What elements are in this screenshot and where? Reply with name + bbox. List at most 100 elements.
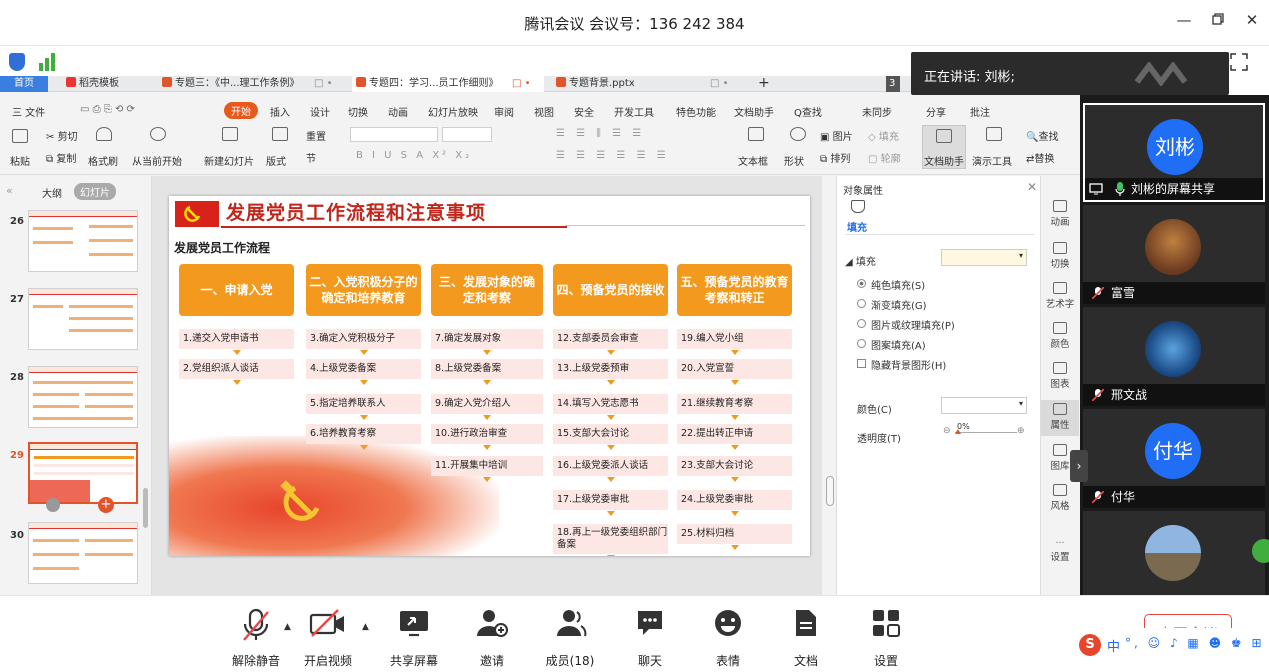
menu-doc-helper[interactable]: 文档助手	[734, 104, 774, 119]
menu-review[interactable]: 审阅	[494, 104, 514, 119]
menu-security[interactable]: 安全	[574, 104, 594, 119]
sidebar-style[interactable]: 风格	[1041, 484, 1079, 512]
color-select[interactable]: ▾	[941, 397, 1027, 414]
tab-background[interactable]: 专题背景.pptx □ •	[552, 76, 742, 92]
transparency-minus[interactable]: ⊖	[943, 426, 951, 436]
from-current-button[interactable]: 从当前开始	[132, 153, 182, 168]
slide-thumbnail-26[interactable]	[28, 210, 138, 272]
menu-comment[interactable]: 批注	[970, 104, 990, 119]
menu-view[interactable]: 视图	[534, 104, 554, 119]
tab-slides[interactable]: 幻灯片	[74, 183, 116, 200]
font-name-select[interactable]	[350, 127, 438, 142]
sidebar-animation[interactable]: 动画	[1041, 200, 1079, 228]
canvas-vertical-scrollbar[interactable]	[826, 476, 834, 506]
replace-button[interactable]: ⇄替换	[1026, 150, 1054, 165]
menu-features[interactable]: 特色功能	[676, 104, 716, 119]
new-tab-button[interactable]: +	[754, 76, 774, 92]
current-slide[interactable]: 发展党员工作流程和注意事项 发展党员工作流程 一、申请入党 二、入党积极分子的确…	[169, 196, 810, 556]
minimize-icon[interactable]: —	[1172, 11, 1196, 33]
participant-tile[interactable]: 富雪	[1083, 205, 1265, 304]
solid-fill-radio[interactable]	[857, 279, 866, 288]
menu-transition[interactable]: 切换	[348, 104, 368, 119]
shape-button[interactable]: 形状	[784, 153, 804, 168]
transparency-slider-thumb[interactable]	[955, 429, 961, 434]
sidebar-color[interactable]: 颜色	[1041, 322, 1079, 350]
copy-button[interactable]: ⧉ 复制	[46, 150, 76, 165]
chevron-right-icon[interactable]: ›	[1070, 450, 1088, 482]
fill-button[interactable]: ◇ 填充	[868, 128, 899, 143]
sidebar-properties[interactable]: 属性	[1041, 400, 1079, 436]
menu-design[interactable]: 设计	[310, 104, 330, 119]
collapse-panel-icon[interactable]: «	[6, 184, 13, 197]
align-buttons[interactable]: ☰ ☰ ☰ ☰ ☰ ☰	[556, 150, 670, 161]
present-tool-button[interactable]: 演示工具	[972, 153, 1012, 168]
slide-thumbnail-29[interactable]	[28, 442, 138, 504]
participant-tile[interactable]: 刘彬 刘彬的屏幕共享	[1083, 103, 1265, 202]
ime-tool-icons[interactable]: °, ☺ ♪ ▦ ☻ ♚ ⊞	[1125, 636, 1265, 650]
tab-outline[interactable]: 大纲	[42, 185, 62, 200]
avatar	[1145, 219, 1201, 275]
menu-animation[interactable]: 动画	[388, 104, 408, 119]
menu-insert[interactable]: 插入	[270, 104, 290, 119]
avatar: 刘彬	[1147, 119, 1203, 175]
font-style-buttons[interactable]: B I U S A X² X₂	[356, 150, 472, 161]
picture-fill-radio[interactable]	[857, 319, 866, 328]
transparency-plus[interactable]: ⊕	[1017, 426, 1025, 436]
menu-unsynced[interactable]: 未同步	[862, 104, 892, 119]
find-button[interactable]: 🔍查找	[1026, 128, 1058, 143]
video-options-caret[interactable]: ▲	[362, 622, 369, 632]
section-button[interactable]: 节	[306, 150, 316, 165]
menu-start[interactable]: 开始	[224, 102, 258, 119]
arrange-button[interactable]: ⧉ 排列	[820, 150, 850, 165]
menu-file[interactable]: 三 文件	[12, 104, 45, 119]
participant-tile[interactable]: 邢文战	[1083, 307, 1265, 406]
process-step: 24.上级党委审批	[677, 490, 792, 510]
play-slide-icon[interactable]	[46, 498, 60, 512]
cut-button[interactable]: ✂ 剪切	[46, 128, 78, 143]
thumbnail-scrollbar[interactable]	[143, 488, 148, 528]
tab-docer[interactable]: 稻壳模板	[62, 76, 152, 92]
paste-button[interactable]: 粘贴	[10, 153, 30, 168]
participant-tile[interactable]	[1083, 511, 1265, 595]
gradient-fill-radio[interactable]	[857, 299, 866, 308]
menu-slideshow[interactable]: 幻灯片放映	[428, 104, 478, 119]
hide-background-checkbox[interactable]	[857, 359, 866, 368]
doc-helper-button[interactable]: 文档助手	[924, 153, 964, 168]
outline-button[interactable]: ▢ 轮廓	[868, 150, 901, 165]
reset-button[interactable]: 重置	[306, 128, 326, 143]
ime-mode[interactable]: 中	[1107, 636, 1120, 655]
pattern-fill-radio[interactable]	[857, 339, 866, 348]
sidebar-transition[interactable]: 切换	[1041, 242, 1079, 270]
tab-home[interactable]: 首页	[0, 76, 48, 92]
picture-button[interactable]: ▣ 图片	[820, 128, 853, 143]
menu-search[interactable]: Q查找	[794, 104, 822, 119]
menu-share[interactable]: 分享	[926, 104, 946, 119]
tab-topic-4[interactable]: 专题四：学习...员工作细则》 □ •	[352, 76, 544, 92]
participant-tile[interactable]: 付华 付华	[1083, 409, 1265, 508]
sidebar-wordart[interactable]: 艺术字	[1041, 282, 1079, 310]
slide-thumbnail-27[interactable]	[28, 288, 138, 350]
tab-topic-3[interactable]: 专题三：《中...理工作条例》 □ •	[158, 76, 344, 92]
slide-thumbnail-28[interactable]	[28, 366, 138, 428]
new-slide-button[interactable]: 新建幻灯片	[204, 153, 254, 168]
transparency-slider[interactable]	[955, 432, 1017, 433]
font-size-select[interactable]	[442, 127, 492, 142]
format-painter-button[interactable]: 格式刷	[88, 153, 118, 168]
sidebar-chart[interactable]: 图表	[1041, 362, 1079, 390]
fullscreen-icon[interactable]	[1229, 52, 1249, 72]
audio-options-caret[interactable]: ▲	[284, 622, 291, 632]
menu-developer[interactable]: 开发工具	[614, 104, 654, 119]
paragraph-buttons[interactable]: ☰ ☰ ⫼ ☰ ☰	[556, 128, 645, 139]
panel-close-icon[interactable]: ✕	[1027, 180, 1037, 194]
tab-fill[interactable]: 填充	[847, 219, 867, 234]
add-slide-icon[interactable]: +	[98, 497, 114, 513]
slide-number: 27	[10, 294, 24, 305]
tencent-logo-icon	[1134, 62, 1188, 86]
close-icon[interactable]: ✕	[1240, 11, 1264, 33]
slide-thumbnail-30[interactable]	[28, 522, 138, 584]
fill-color-select[interactable]: ▾	[941, 249, 1027, 266]
layout-button[interactable]: 版式	[266, 153, 286, 168]
sidebar-settings[interactable]: ··· 设置	[1041, 538, 1079, 563]
textbox-button[interactable]: 文本框	[738, 153, 768, 168]
restore-icon[interactable]	[1206, 11, 1230, 33]
